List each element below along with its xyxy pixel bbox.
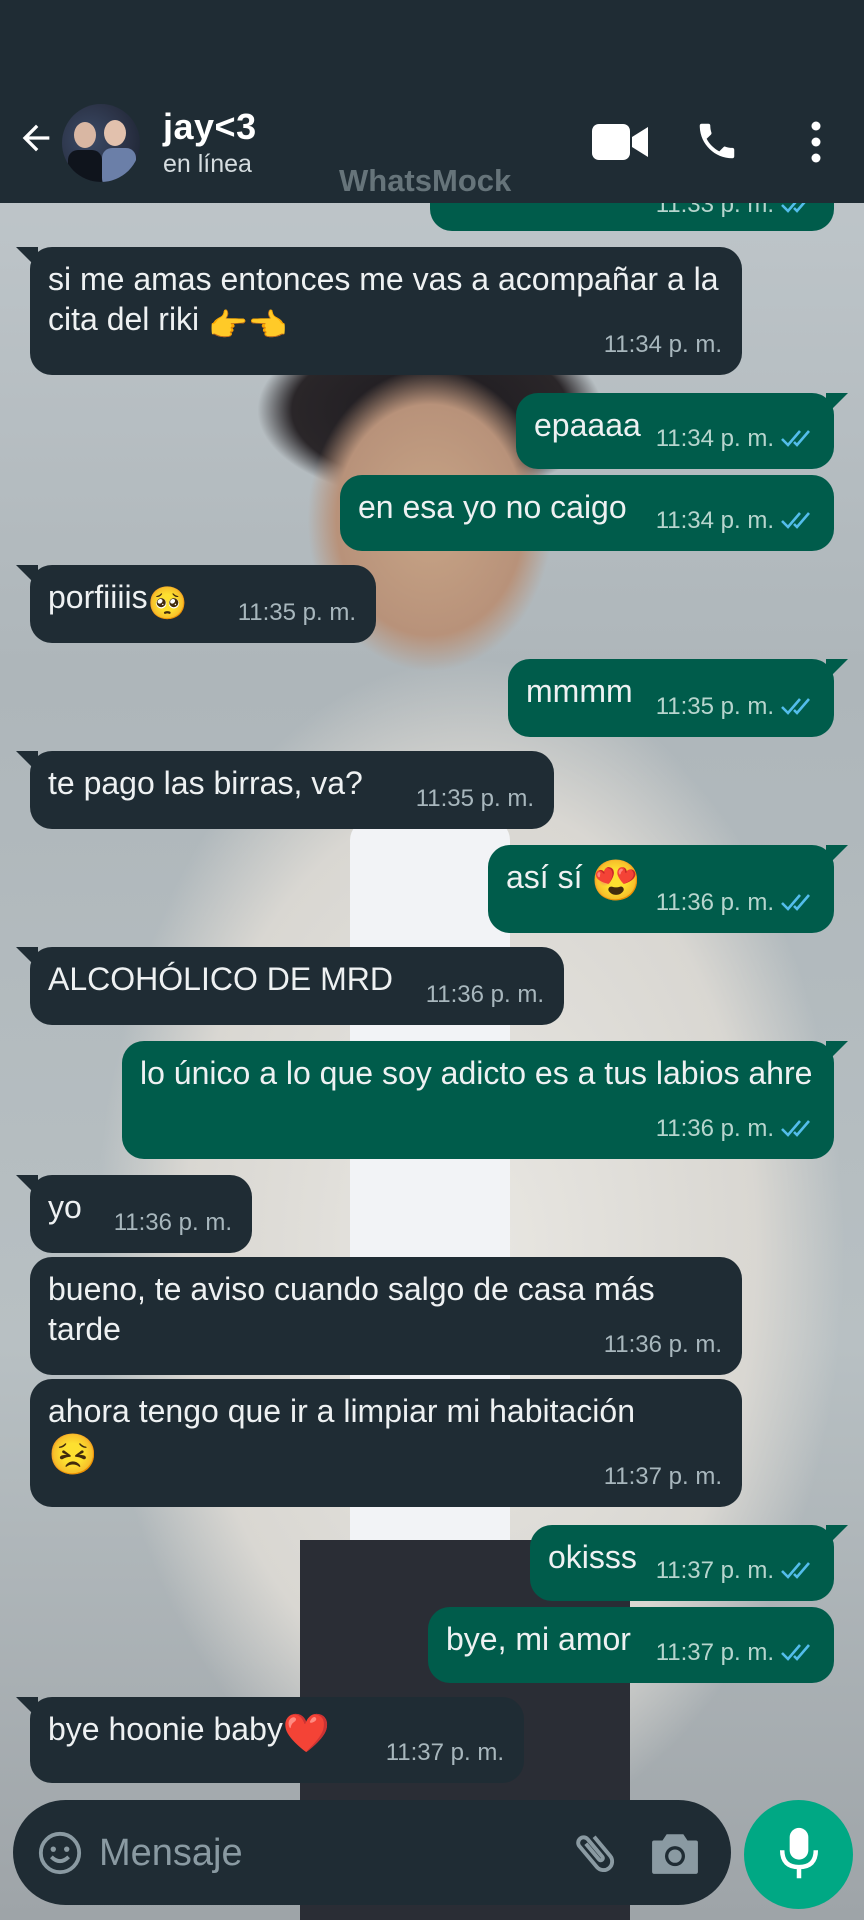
smiley-icon[interactable] [37,1830,83,1876]
message-text: bye hoonie baby [48,1711,283,1747]
double-check-icon [781,1644,810,1661]
double-check-icon [781,430,810,447]
message-meta: 11:36 p. m. [656,883,814,923]
message-emoji: ❤️ [282,1713,331,1755]
message-outgoing[interactable]: mmmm 11:35 p. m. [508,659,848,737]
camera-icon[interactable] [650,1830,700,1876]
message-meta: 11:35 p. m. [656,687,814,727]
message-outgoing[interactable]: bye, mi amor 11:37 p. m. [428,1607,834,1683]
message-emoji: 😍 [591,859,642,903]
message-time: 11:37 p. m. [603,1463,722,1490]
message-time: 11:36 p. m. [603,1331,722,1358]
message-time: 11:35 p. m. [415,785,534,812]
message-outgoing[interactable]: epaaaa 11:34 p. m. [516,393,848,469]
microphone-icon [779,1827,819,1879]
message-text: epaaaa [534,407,641,443]
phone-icon[interactable] [694,118,740,164]
message-meta: 11:37 p. m. [656,1633,814,1673]
message-text: bye, mi amor [446,1621,631,1657]
message-outgoing[interactable]: así sí 😍 11:36 p. m. [488,845,848,933]
message-emoji: 😣 [48,1433,98,1477]
message-incoming[interactable]: porfiiiis🥺 11:35 p. m. [16,565,376,643]
contact-status: en línea [163,150,252,178]
message-text: porfiiiis [48,579,148,615]
double-check-icon [781,1562,810,1579]
message-input[interactable] [97,1822,551,1884]
message-time: 11:36 p. m. [113,1209,232,1236]
message-text: ALCOHÓLICO DE MRD [48,961,393,997]
message-time: 11:35 p. m. [237,599,356,626]
message-meta: 11:37 p. m. [656,1551,814,1591]
message-text: así sí [506,859,583,895]
double-check-icon [781,1120,810,1137]
message-incoming[interactable]: ALCOHÓLICO DE MRD 11:36 p. m. [16,947,564,1025]
message-text: lo único a lo que soy adicto es a tus la… [140,1055,813,1091]
paperclip-icon[interactable] [569,1827,621,1879]
more-vertical-icon[interactable] [804,120,828,164]
message-text: ahora tengo que ir a limpiar mi habitaci… [48,1393,635,1429]
double-check-icon [781,894,810,911]
message-incoming[interactable]: yo 11:36 p. m. [16,1175,252,1253]
message-meta: 11:34 p. m. [656,501,814,541]
message-text: en esa yo no caigo [358,489,627,525]
message-incoming[interactable]: ahora tengo que ir a limpiar mi habitaci… [30,1379,742,1507]
watermark: WhatsMock [339,163,512,198]
message-outgoing[interactable]: lo único a lo que soy adicto es a tus la… [122,1041,848,1159]
arrow-left-icon[interactable] [16,118,56,158]
message-incoming[interactable]: te pago las birras, va? 11:35 p. m. [16,751,554,829]
message-outgoing[interactable]: en esa yo no caigo 11:34 p. m. [340,475,834,551]
message-composer [13,1800,731,1905]
video-camera-icon[interactable] [592,122,648,162]
message-time: 11:34 p. m. [603,331,722,358]
contact-name[interactable]: jay<3 [163,106,257,148]
message-incoming[interactable]: si me amas entonces me vas a acompañar a… [16,247,742,375]
message-emoji: 👉👈 [208,307,288,343]
avatar[interactable] [62,104,140,182]
message-emoji: 🥺 [147,585,188,621]
mic-button[interactable] [744,1800,853,1909]
message-time: 11:37 p. m. [385,1739,504,1766]
message-text: okisss [548,1539,637,1575]
message-text: yo [48,1189,82,1225]
message-time: 11:36 p. m. [425,981,544,1008]
message-text: bueno, te aviso cuando salgo de casa más… [48,1271,655,1347]
double-check-icon [781,512,810,529]
message-outgoing[interactable]: okisss 11:37 p. m. [530,1525,848,1601]
double-check-icon [781,698,810,715]
message-meta: 11:34 p. m. [656,419,814,459]
message-text: mmmm [526,673,633,709]
message-incoming[interactable]: bueno, te aviso cuando salgo de casa más… [30,1257,742,1375]
message-incoming[interactable]: bye hoonie baby❤️ 11:37 p. m. [16,1697,524,1783]
message-meta: 11:36 p. m. [656,1109,814,1149]
message-text: te pago las birras, va? [48,765,363,801]
message-list[interactable]: 11:33 p. m. si me amas entonces me vas a… [0,173,864,1793]
